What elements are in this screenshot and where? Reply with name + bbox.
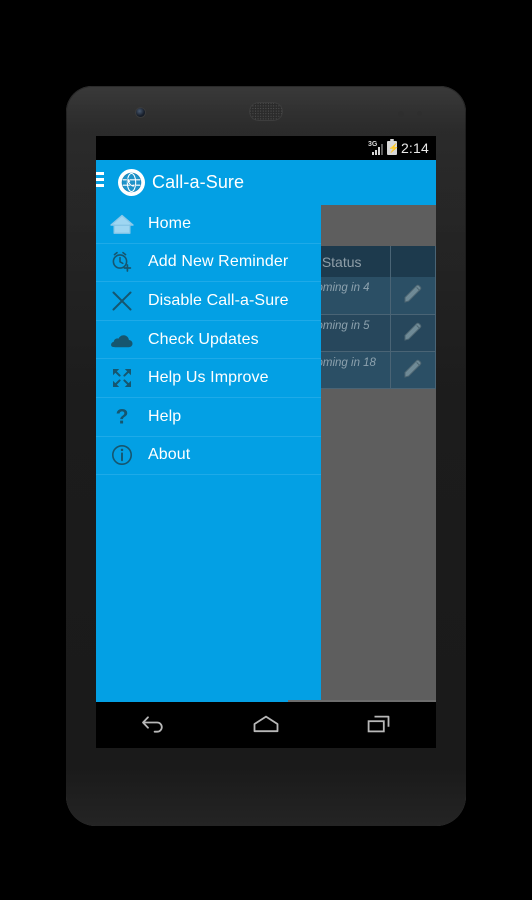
app-bar: Call-a-Sure <box>96 160 436 205</box>
recent-apps-icon[interactable] <box>351 706 407 742</box>
cloud-icon <box>96 330 148 350</box>
front-camera-icon <box>136 108 145 117</box>
cell-edit[interactable] <box>390 314 436 352</box>
drawer-item-label: Help <box>148 407 182 425</box>
drawer-item-label: About <box>148 446 191 464</box>
expand-arrows-icon <box>96 366 148 390</box>
drawer-item-label: Add New Reminder <box>148 253 289 271</box>
svg-text:?: ? <box>116 405 129 428</box>
signal-bars-icon: 3G <box>368 141 383 155</box>
phone-screen: 3G 2:14 Call-a-Sure Status Upcoming in 4… <box>96 136 436 748</box>
navigation-drawer: Home Add New Reminder Disable Call-a-Sur… <box>96 205 321 700</box>
back-arrow-icon[interactable] <box>125 706 181 742</box>
status-bar-clock: 2:14 <box>400 140 429 156</box>
close-x-icon <box>96 289 148 313</box>
earpiece-speaker-icon <box>249 102 283 121</box>
drawer-item-help-us-improve[interactable]: Help Us Improve <box>96 359 321 398</box>
drawer-item-label: Check Updates <box>148 330 259 348</box>
pencil-edit-icon[interactable] <box>401 283 425 307</box>
drawer-edge-accent <box>96 700 288 702</box>
drawer-item-add-new-reminder[interactable]: Add New Reminder <box>96 244 321 283</box>
column-header-edit <box>390 246 436 277</box>
light-sensor-icon <box>417 111 422 116</box>
battery-charging-icon <box>386 139 399 155</box>
drawer-item-label: Home <box>148 214 192 232</box>
drawer-item-disable-call-a-sure[interactable]: Disable Call-a-Sure <box>96 282 321 321</box>
hamburger-menu-icon[interactable] <box>96 172 106 192</box>
phone-device-frame: 3G 2:14 Call-a-Sure Status Upcoming in 4… <box>66 86 466 826</box>
home-icon <box>96 212 148 236</box>
navbar-top-divider <box>288 700 436 702</box>
cell-edit[interactable] <box>390 277 436 315</box>
screenshot-stage: 3G 2:14 Call-a-Sure Status Upcoming in 4… <box>0 0 532 900</box>
status-bar: 3G 2:14 <box>96 136 436 160</box>
pencil-edit-icon[interactable] <box>401 321 425 345</box>
cell-edit[interactable] <box>390 351 436 389</box>
drawer-item-check-updates[interactable]: Check Updates <box>96 321 321 360</box>
question-mark-icon: ? <box>96 405 148 429</box>
proximity-sensor-icon <box>398 111 404 117</box>
pencil-edit-icon[interactable] <box>401 358 425 382</box>
drawer-item-label: Disable Call-a-Sure <box>148 291 289 309</box>
info-circle-icon <box>96 443 148 467</box>
alarm-add-icon <box>96 250 148 274</box>
app-title: Call-a-Sure <box>152 172 245 192</box>
drawer-item-help[interactable]: ? Help <box>96 398 321 437</box>
drawer-item-about[interactable]: About <box>96 437 321 476</box>
home-pentagon-icon[interactable] <box>238 706 294 742</box>
call-a-sure-logo-icon <box>118 169 145 196</box>
drawer-item-label: Help Us Improve <box>148 369 269 387</box>
android-navigation-bar <box>96 700 436 748</box>
drawer-item-home[interactable]: Home <box>96 205 321 244</box>
